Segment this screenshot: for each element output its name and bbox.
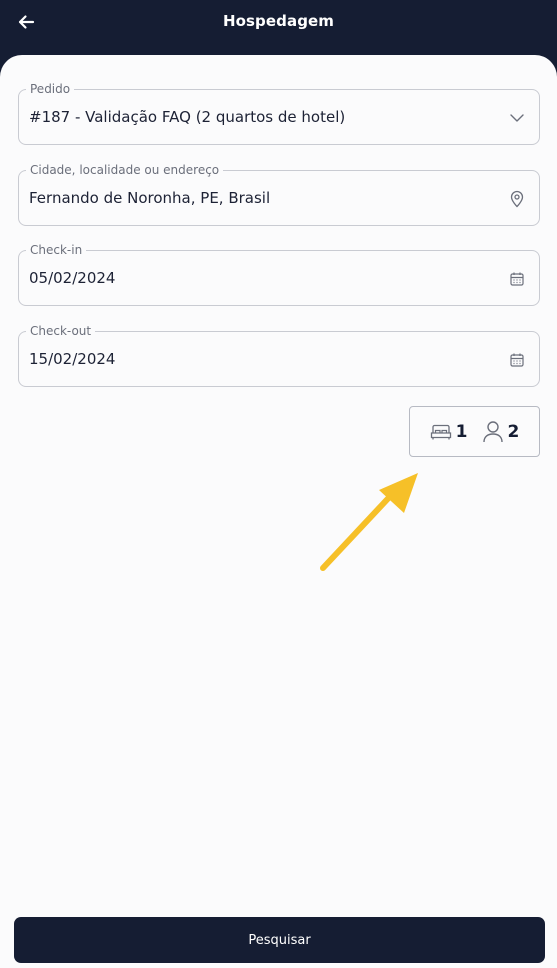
people-count: 2 — [482, 420, 520, 444]
checkout-label: Check-out — [26, 323, 96, 339]
order-label: Pedido — [26, 81, 75, 97]
calendar-icon[interactable] — [507, 269, 527, 289]
checkin-value: 05/02/2024 — [29, 269, 116, 287]
form-sheet: Pedido #187 - Validação FAQ (2 quartos d… — [0, 55, 557, 968]
rooms-guests-button[interactable]: 1 2 — [409, 406, 540, 457]
order-value: #187 - Validação FAQ (2 quartos de hotel… — [29, 108, 346, 126]
people-value: 2 — [507, 421, 520, 442]
chevron-down-icon — [507, 108, 527, 128]
checkout-field[interactable]: Check-out 15/02/2024 — [18, 323, 540, 387]
top-bar: Hospedagem — [0, 0, 557, 60]
city-field[interactable]: Cidade, localidade ou endereço Fernando … — [18, 162, 540, 226]
city-value: Fernando de Noronha, PE, Brasil — [29, 189, 271, 207]
checkin-field[interactable]: Check-in 05/02/2024 — [18, 242, 540, 306]
bed-icon — [430, 424, 451, 439]
rooms-value: 1 — [455, 421, 468, 442]
person-icon — [482, 420, 503, 442]
checkout-value: 15/02/2024 — [29, 350, 116, 368]
rooms-count: 1 — [430, 422, 468, 442]
city-label: Cidade, localidade ou endereço — [26, 162, 224, 178]
checkin-label: Check-in — [26, 242, 87, 258]
map-pin-icon — [507, 189, 527, 209]
annotation-arrow-icon — [320, 473, 418, 571]
calendar-icon[interactable] — [507, 350, 527, 370]
order-select[interactable]: Pedido #187 - Validação FAQ (2 quartos d… — [18, 81, 540, 145]
search-button[interactable]: Pesquisar — [14, 917, 545, 963]
page-title: Hospedagem — [222, 12, 335, 30]
